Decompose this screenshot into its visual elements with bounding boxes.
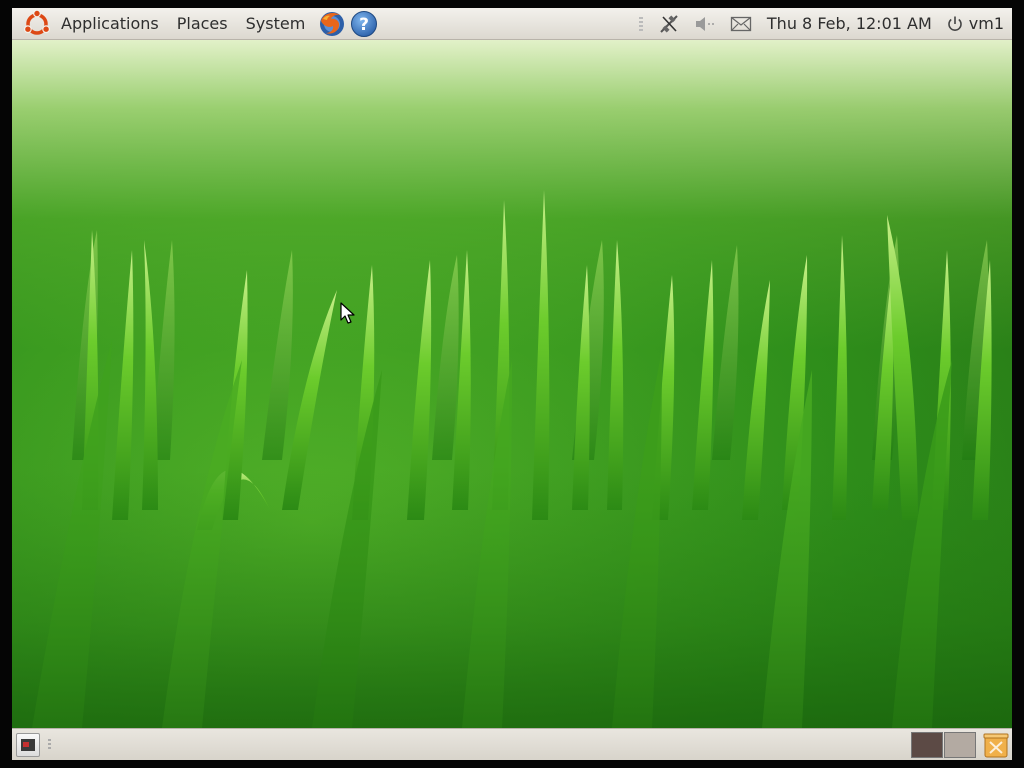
workspace-1[interactable] <box>911 731 943 758</box>
main-menu: Applications Places System <box>52 8 314 39</box>
user-menu[interactable]: vm1 <box>946 14 1004 33</box>
desktop-screen: Applications Places System ? Thu 8 Feb, … <box>12 8 1012 760</box>
power-icon <box>947 16 962 31</box>
help-icon[interactable]: ? <box>350 10 378 38</box>
firefox-icon[interactable] <box>318 10 346 38</box>
clock[interactable]: Thu 8 Feb, 12:01 AM <box>767 14 932 33</box>
network-disconnected-icon[interactable] <box>657 12 681 36</box>
show-desktop-icon <box>21 738 35 751</box>
ubuntu-logo-icon[interactable] <box>22 9 52 39</box>
bottom-panel <box>12 728 1012 760</box>
applications-menu[interactable]: Applications <box>52 8 168 39</box>
notification-area: Thu 8 Feb, 12:01 AM vm1 <box>631 8 1004 39</box>
volume-muted-icon[interactable] <box>693 12 717 36</box>
desktop-wallpaper[interactable] <box>12 40 1012 728</box>
mouse-cursor-icon <box>340 302 355 324</box>
places-menu[interactable]: Places <box>168 8 237 39</box>
svg-text:?: ? <box>359 15 369 35</box>
taskbar-handle[interactable] <box>48 738 51 751</box>
grass-wallpaper-image <box>12 190 1012 728</box>
user-name: vm1 <box>968 14 1004 33</box>
top-panel: Applications Places System ? Thu 8 Feb, … <box>12 8 1012 40</box>
mail-icon[interactable] <box>729 12 753 36</box>
system-menu[interactable]: System <box>237 8 315 39</box>
trash-icon[interactable] <box>982 731 1010 759</box>
show-desktop-button[interactable] <box>16 732 40 757</box>
tray-handle[interactable] <box>638 16 643 31</box>
workspace-2[interactable] <box>944 731 976 758</box>
